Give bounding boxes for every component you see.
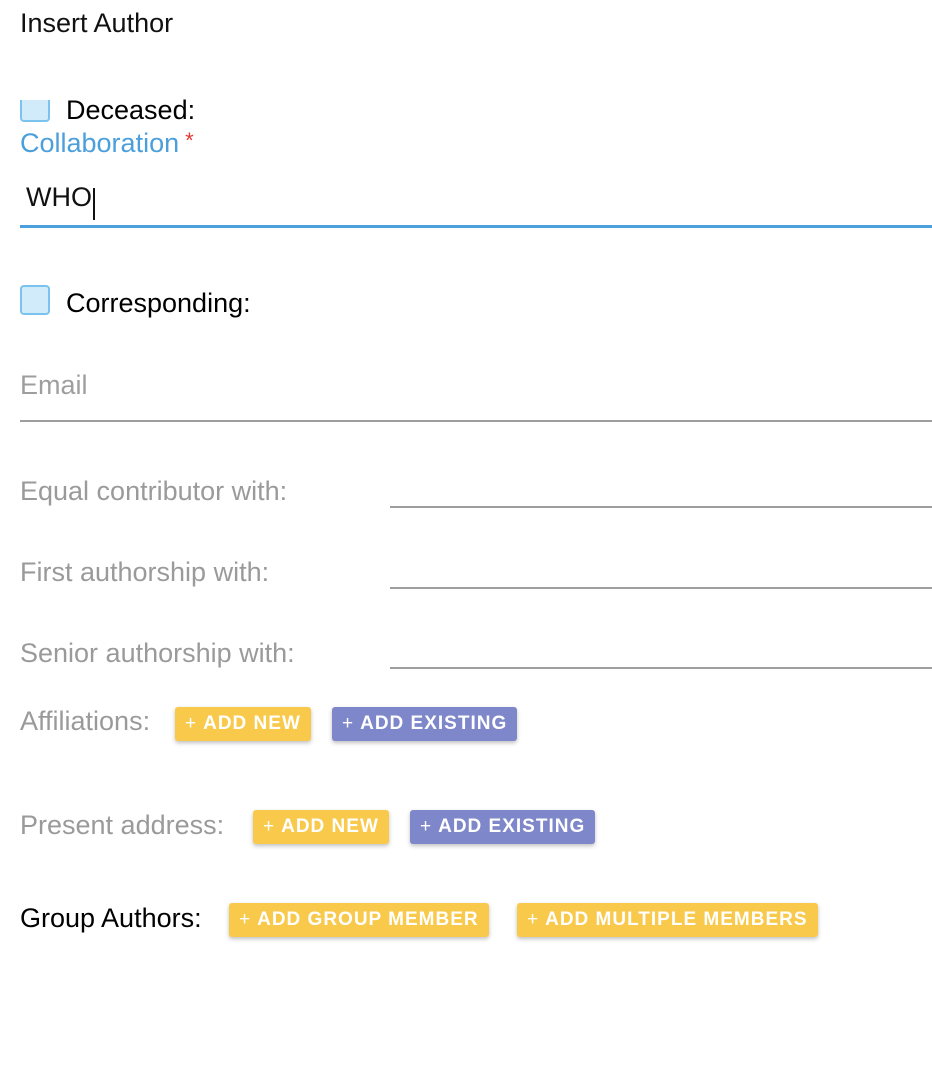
email-field[interactable] (20, 364, 932, 422)
deceased-label: Deceased: (66, 95, 196, 125)
collaboration-input[interactable] (20, 178, 932, 228)
dialog-title: Insert Author (20, 8, 174, 38)
plus-icon: + (185, 713, 198, 734)
add-group-member-label: ADD GROUP MEMBER (257, 909, 479, 930)
plus-icon: + (239, 909, 252, 930)
senior-authorship-input[interactable] (390, 635, 932, 669)
affiliations-add-new-button[interactable]: + ADD NEW (175, 707, 311, 741)
present-address-add-existing-label: ADD EXISTING (438, 816, 586, 837)
corresponding-checkbox[interactable] (20, 285, 50, 315)
senior-authorship-label: Senior authorship with: (20, 638, 295, 668)
first-authorship-input[interactable] (390, 555, 932, 589)
deceased-checkbox[interactable] (20, 100, 50, 122)
corresponding-label: Corresponding: (66, 288, 251, 318)
collaboration-label-text: Collaboration (20, 128, 180, 158)
plus-icon: + (527, 909, 540, 930)
plus-icon: + (420, 816, 433, 837)
plus-icon: + (263, 816, 276, 837)
affiliations-label: Affiliations: (20, 706, 151, 736)
present-address-add-existing-button[interactable]: + ADD EXISTING (410, 810, 596, 844)
equal-contributor-label: Equal contributor with: (20, 476, 288, 506)
add-group-member-button[interactable]: + ADD GROUP MEMBER (229, 903, 489, 937)
text-caret (93, 188, 95, 220)
equal-contributor-input[interactable] (390, 474, 932, 508)
required-asterisk: * (185, 128, 194, 153)
add-multiple-members-label: ADD MULTIPLE MEMBERS (545, 909, 808, 930)
present-address-add-new-label: ADD NEW (281, 816, 379, 837)
present-address-add-new-button[interactable]: + ADD NEW (253, 810, 389, 844)
affiliations-add-new-label: ADD NEW (203, 713, 301, 734)
present-address-label: Present address: (20, 810, 225, 840)
collaboration-label: Collaboration * (20, 128, 194, 159)
first-authorship-label: First authorship with: (20, 557, 270, 587)
group-authors-label: Group Authors: (20, 903, 202, 933)
affiliations-add-existing-label: ADD EXISTING (360, 713, 508, 734)
plus-icon: + (342, 713, 355, 734)
affiliations-add-existing-button[interactable]: + ADD EXISTING (332, 707, 518, 741)
add-multiple-members-button[interactable]: + ADD MULTIPLE MEMBERS (517, 903, 818, 937)
